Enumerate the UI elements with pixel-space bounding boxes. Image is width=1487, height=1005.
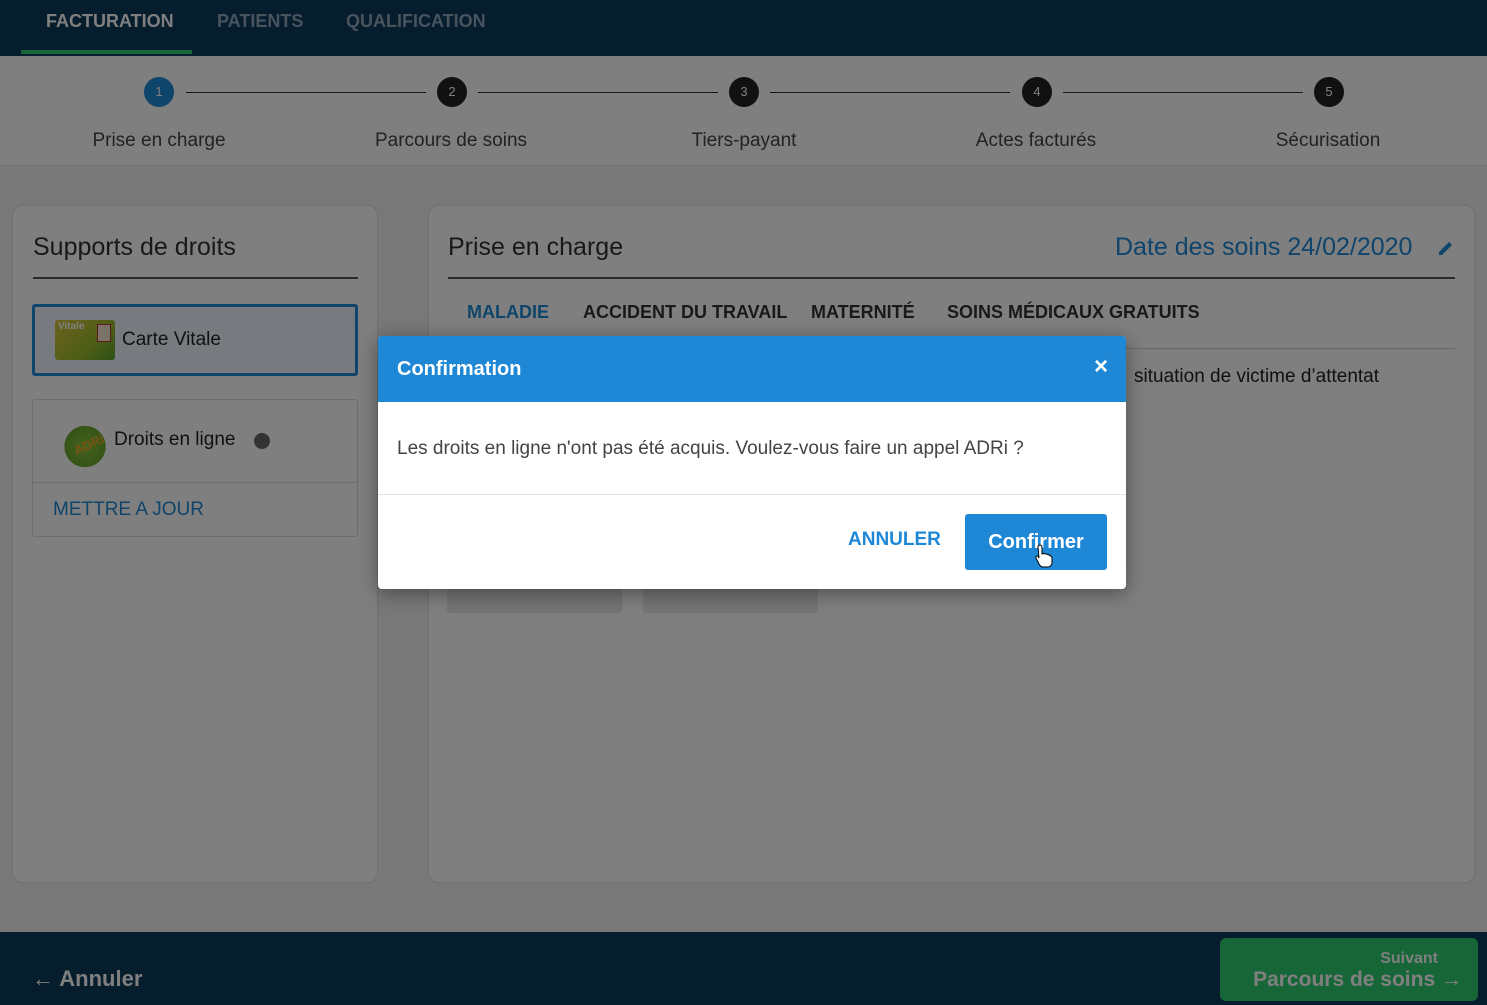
hand-cursor-icon <box>1035 544 1053 573</box>
modal-cancel-button[interactable]: ANNULER <box>848 529 941 551</box>
confirmation-modal: Confirmation × Les droits en ligne n'ont… <box>378 336 1126 589</box>
modal-divider <box>378 494 1126 495</box>
modal-header: Confirmation × <box>378 336 1126 402</box>
close-icon[interactable]: × <box>1094 355 1108 379</box>
modal-message: Les droits en ligne n'ont pas été acquis… <box>397 438 1024 459</box>
modal-title: Confirmation <box>397 358 522 380</box>
